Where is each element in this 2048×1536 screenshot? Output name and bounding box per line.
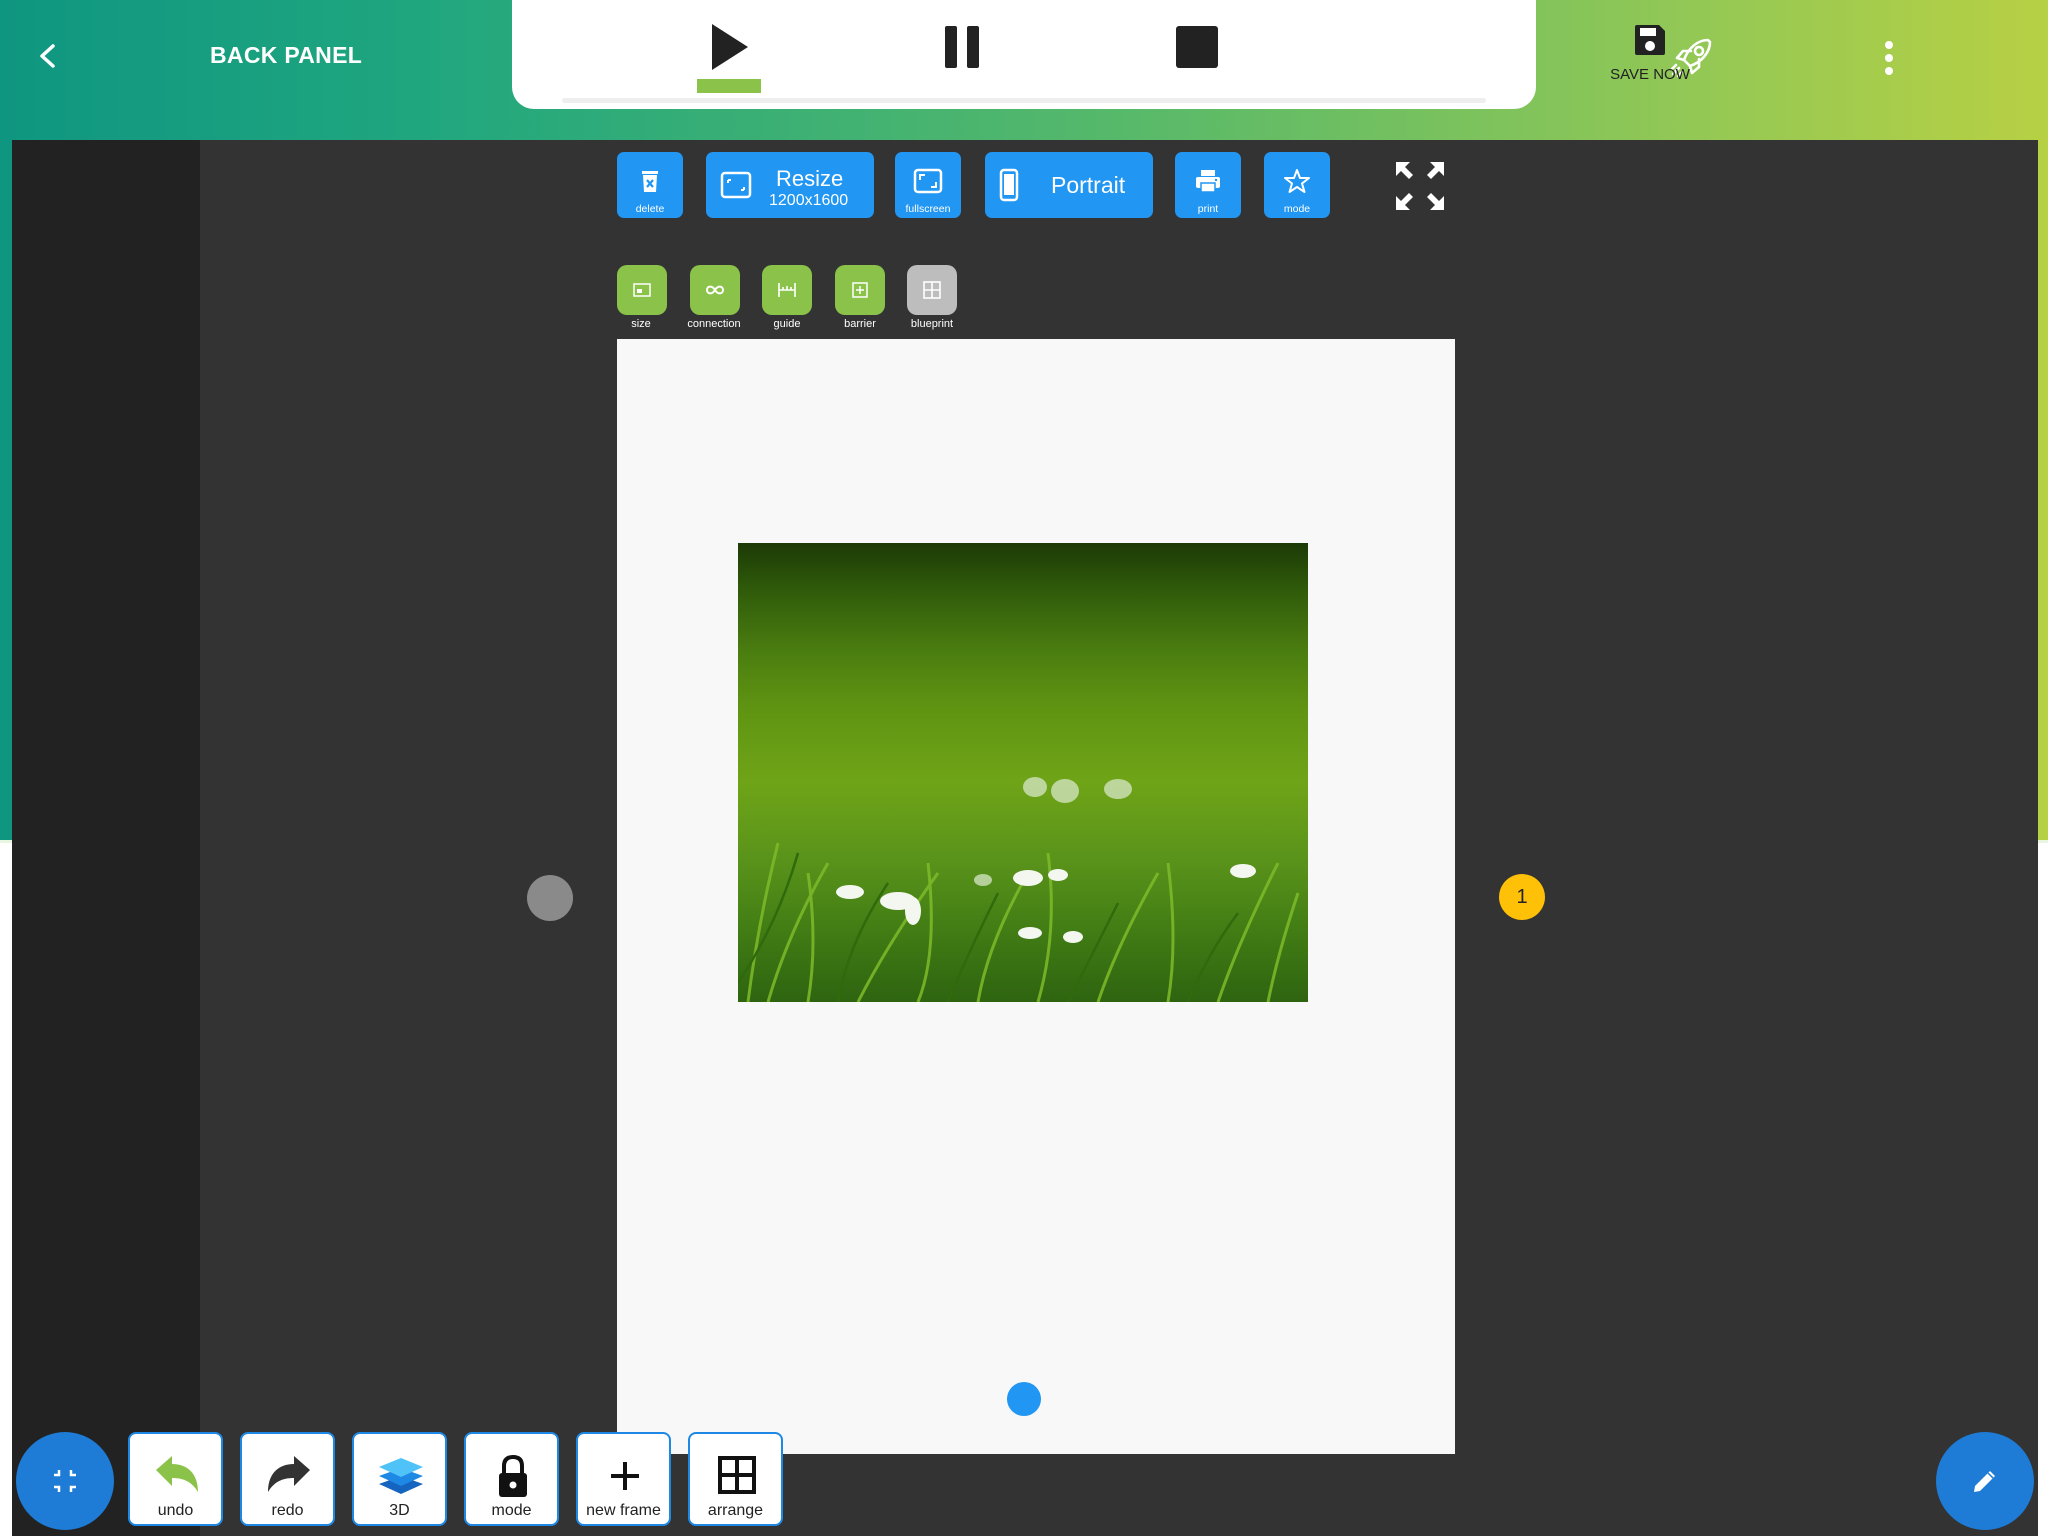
lock-mode-label: mode — [491, 1502, 532, 1519]
redo-icon — [268, 1456, 310, 1492]
fullscreen-button[interactable]: fullscreen — [895, 152, 961, 218]
resize-button[interactable]: Resize 1200x1600 — [706, 152, 874, 218]
left-sidebar — [12, 140, 200, 1536]
bottom-handle[interactable] — [1007, 1382, 1041, 1416]
lock-mode-button[interactable]: mode — [464, 1432, 559, 1526]
save-icon[interactable] — [1632, 22, 1668, 58]
orientation-label: Portrait — [1051, 172, 1126, 198]
phone-portrait-icon — [999, 168, 1019, 202]
connection-tool-button[interactable] — [690, 265, 740, 315]
page-number-badge[interactable]: 1 — [1499, 874, 1545, 920]
delete-label: delete — [635, 203, 665, 215]
play-active-indicator — [697, 79, 761, 93]
left-handle[interactable] — [527, 875, 573, 921]
print-button[interactable]: print — [1175, 152, 1241, 218]
orientation-button[interactable]: Portrait — [985, 152, 1153, 218]
barrier-icon — [852, 282, 868, 298]
pause-icon[interactable] — [942, 24, 982, 70]
barrier-tool-label: barrier — [844, 318, 876, 330]
undo-button[interactable]: undo — [128, 1432, 223, 1526]
fullscreen-icon — [913, 168, 943, 194]
new-frame-button[interactable]: new frame — [576, 1432, 671, 1526]
print-icon — [1196, 170, 1220, 193]
arrange-label: arrange — [707, 1502, 764, 1519]
progress-track[interactable] — [562, 98, 1486, 103]
grass-image — [738, 777, 1300, 1002]
blueprint-tool-label: blueprint — [910, 318, 954, 330]
collapse-icon — [54, 1470, 76, 1492]
print-label: print — [1197, 203, 1219, 215]
connection-tool-label: connection — [687, 318, 741, 330]
3d-label: 3D — [389, 1502, 410, 1519]
resize-label: Resize — [776, 166, 844, 191]
size-tool-button[interactable] — [617, 265, 667, 315]
plus-icon — [611, 1462, 639, 1490]
more-vert-icon[interactable] — [1872, 36, 1906, 80]
redo-label: redo — [271, 1502, 304, 1519]
stop-icon[interactable] — [1174, 24, 1220, 70]
play-icon[interactable] — [704, 20, 754, 74]
pencil-icon — [1974, 1471, 1995, 1492]
ruler-icon — [778, 283, 796, 297]
layers-icon — [379, 1458, 423, 1494]
undo-icon — [156, 1456, 198, 1492]
guide-tool-button[interactable] — [762, 265, 812, 315]
playback-panel: SAVE NOW — [512, 0, 1690, 109]
undo-label: undo — [157, 1502, 194, 1519]
page-title: BACK PANEL — [210, 42, 363, 68]
guide-tool-label: guide — [773, 318, 801, 330]
star-icon — [1284, 169, 1310, 193]
barrier-tool-button[interactable] — [835, 265, 885, 315]
infinity-icon — [705, 285, 725, 295]
delete-button[interactable]: delete — [617, 152, 683, 218]
new-frame-label: new frame — [586, 1502, 661, 1519]
blueprint-icon — [923, 281, 941, 299]
redo-button[interactable]: redo — [240, 1432, 335, 1526]
grid-icon — [718, 1456, 756, 1494]
size-tool-label: size — [631, 318, 651, 330]
resize-dimensions: 1200x1600 — [769, 192, 849, 209]
grass-photo[interactable] — [738, 543, 1308, 1002]
mode-label: mode — [1283, 203, 1311, 215]
resize-icon — [720, 171, 752, 199]
size-icon — [633, 283, 651, 297]
lock-icon — [499, 1454, 527, 1497]
edit-fab[interactable] — [1936, 1432, 2034, 1530]
arrange-button[interactable]: arrange — [688, 1432, 783, 1526]
delete-icon — [642, 171, 658, 192]
save-now-label[interactable]: SAVE NOW — [1595, 66, 1705, 83]
blueprint-tool-button[interactable] — [907, 265, 957, 315]
mode-button[interactable]: mode — [1264, 152, 1330, 218]
expand-icon[interactable] — [1392, 158, 1448, 214]
fullscreen-label: fullscreen — [905, 203, 951, 215]
collapse-fab[interactable] — [16, 1432, 114, 1530]
3d-button[interactable]: 3D — [352, 1432, 447, 1526]
back-arrow-icon[interactable] — [30, 38, 66, 74]
